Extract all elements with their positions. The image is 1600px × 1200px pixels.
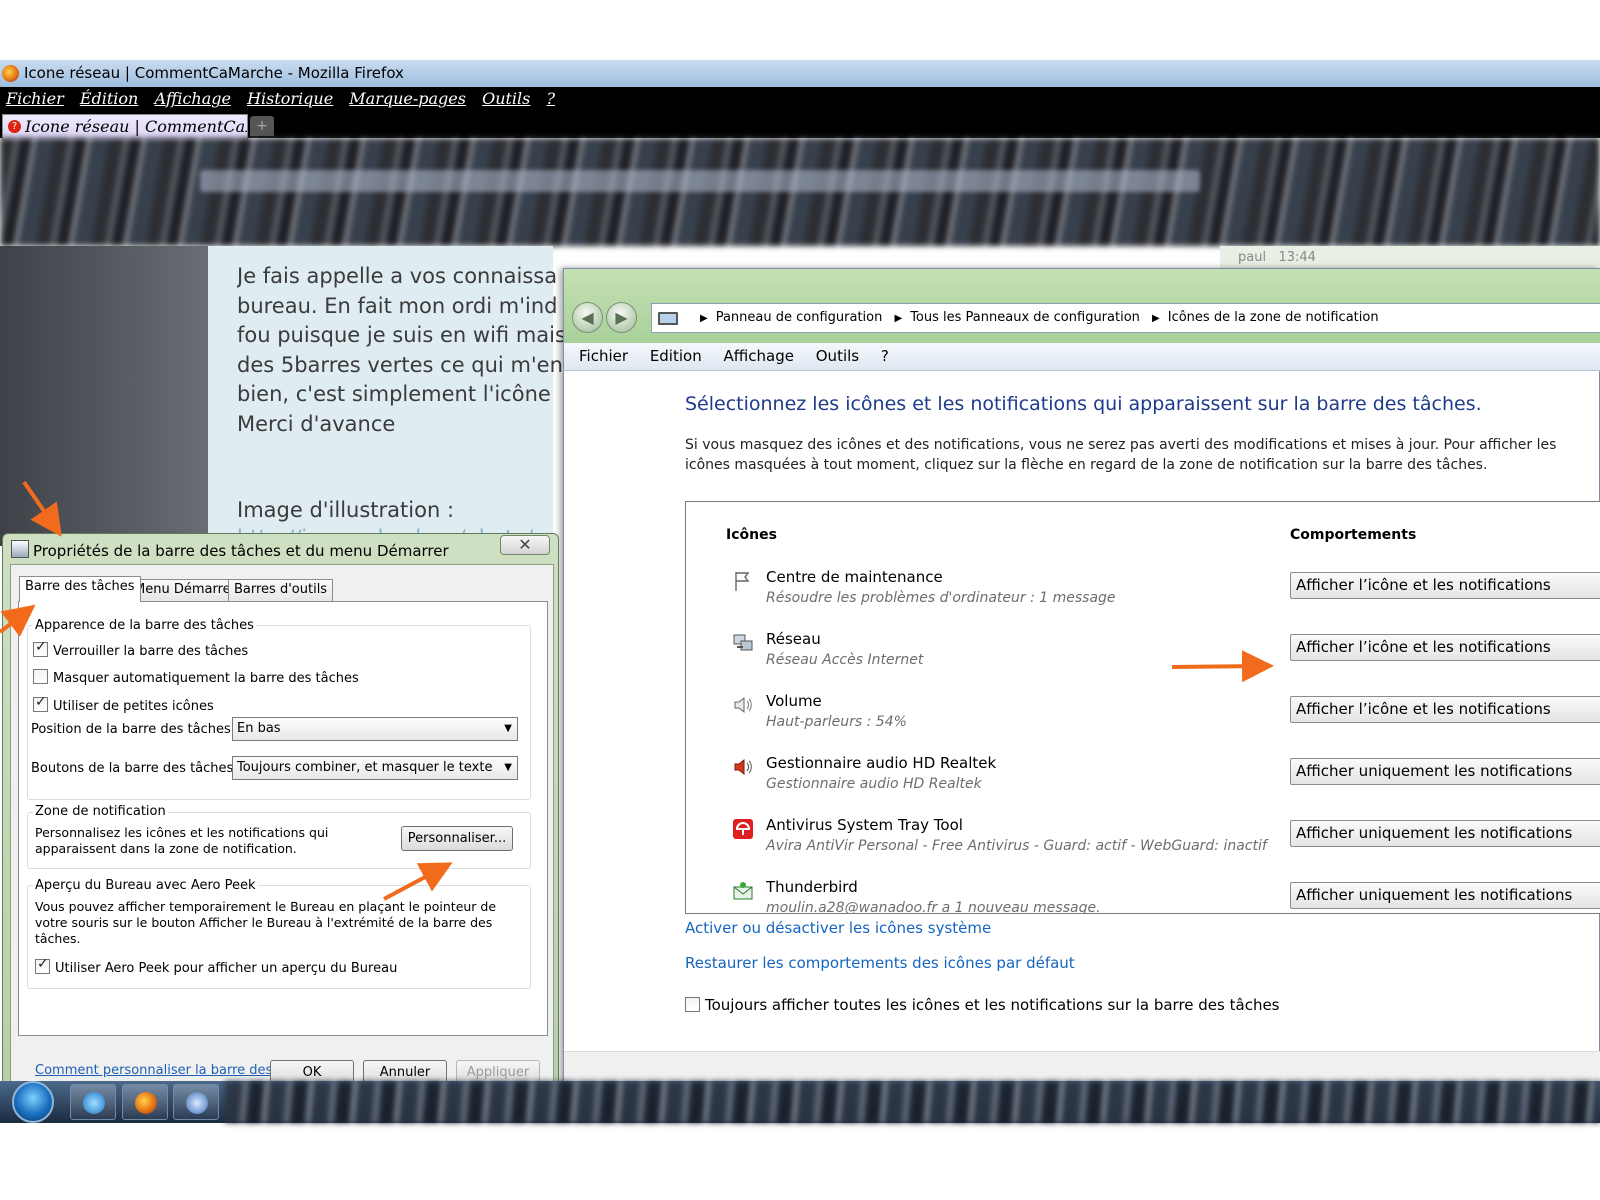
tab-barre-des-taches[interactable]: Barre des tâches [19,576,141,602]
screenshot-stage: Icone réseau | CommentCaMarche - Mozilla… [0,0,1600,1200]
arrow-to-network-behavior [1171,650,1274,683]
arrow-to-tab [0,604,36,637]
arrow-to-dialog [22,480,62,537]
arrow-to-customize-button [383,862,453,901]
annotation-arrows [0,480,1274,901]
